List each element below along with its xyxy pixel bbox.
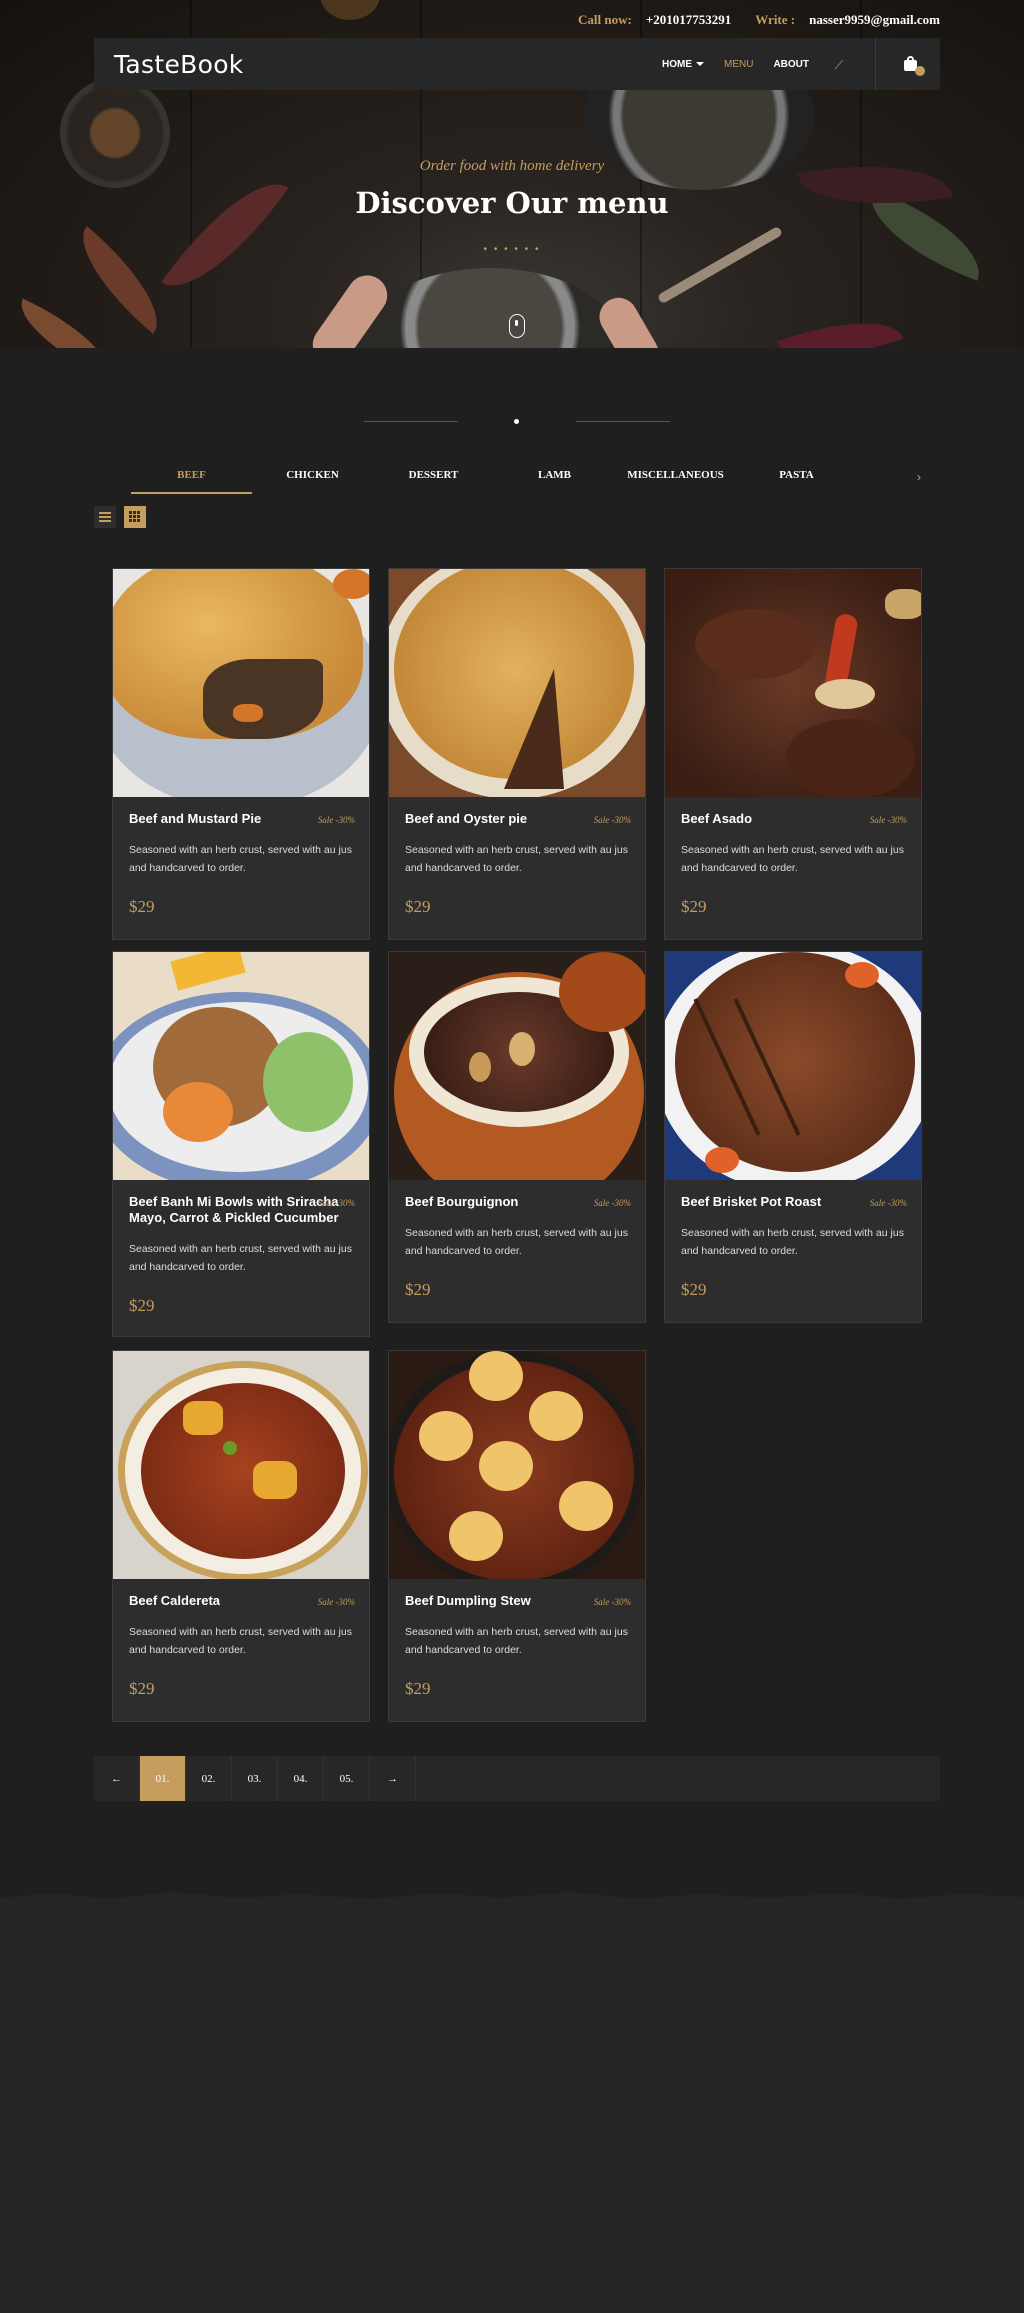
product-card[interactable]: Beef Banh Mi Bowls with Sriracha Mayo, C… (112, 951, 370, 1337)
sale-badge: Sale -30% (593, 1198, 631, 1208)
scroll-mouse-icon[interactable] (509, 314, 525, 338)
contact-bar: Call now: +201017753291 Write : nasser99… (578, 12, 940, 28)
arrow-left-icon[interactable]: ← (94, 1756, 140, 1801)
call-label: Call now: (578, 12, 632, 27)
arrow-right-icon[interactable]: → (370, 1756, 416, 1801)
product-price: $29 (405, 1280, 431, 1299)
product-name: Beef Asado (681, 811, 753, 826)
product-image[interactable] (665, 569, 921, 797)
sale-badge: Sale -30% (869, 815, 907, 825)
sale-badge: Sale -30% (317, 1597, 355, 1607)
footer (0, 1892, 1024, 2313)
nav-menu[interactable]: MENU (724, 59, 753, 70)
tab-chicken[interactable]: CHICKEN (252, 464, 373, 494)
page-1[interactable]: 01. (140, 1756, 186, 1801)
email-link[interactable]: nasser9959@gmail.com (809, 12, 940, 28)
nav-home-label: HOME (661, 58, 692, 70)
hero-title: Discover Our menu (355, 186, 669, 220)
tab-dessert[interactable]: DESSERT (373, 464, 494, 494)
sale-badge: Sale -30% (593, 1597, 631, 1607)
product-description: Seasoned with an herb crust, served with… (129, 1243, 352, 1273)
page-5[interactable]: 05. (324, 1756, 370, 1801)
slash-divider (834, 59, 844, 69)
product-image[interactable] (113, 952, 369, 1180)
product-card[interactable]: Beef Bourguignon Sale -30% Seasoned with… (388, 951, 646, 1323)
grid-view-icon[interactable] (124, 506, 146, 528)
product-name: Beef Dumpling Stew (405, 1593, 531, 1608)
product-card[interactable]: Beef Brisket Pot Roast Sale -30% Seasone… (664, 951, 922, 1323)
product-price: $29 (129, 897, 155, 916)
tab-lamb[interactable]: LAMB (494, 464, 615, 494)
write-label: Write : (755, 12, 796, 27)
tab-beef[interactable]: BEEF (131, 464, 252, 494)
tab-miscellaneous[interactable]: MISCELLANEOUS (615, 464, 736, 494)
pagination: ← 01. 02. 03. 04. 05. → (94, 1756, 940, 1801)
product-name: Beef Bourguignon (405, 1194, 519, 1209)
product-price: $29 (129, 1296, 155, 1315)
product-image[interactable] (113, 569, 369, 797)
tab-pasta[interactable]: PASTA (736, 464, 857, 494)
dots-ornament: • • • • • • (483, 244, 541, 255)
hero-banner: Call now: +201017753291 Write : nasser99… (0, 0, 1024, 372)
cart-count-badge (915, 66, 925, 76)
product-card[interactable]: Beef and Oyster pie Sale -30% Seasoned w… (388, 568, 646, 940)
sale-badge: Sale -30% (869, 1198, 907, 1208)
sale-badge: Sale -30% (593, 815, 631, 825)
page-3[interactable]: 03. (232, 1756, 278, 1801)
product-name: Beef and Mustard Pie (129, 811, 262, 826)
product-name: Beef Caldereta (129, 1593, 221, 1608)
product-price: $29 (405, 1679, 431, 1698)
product-price: $29 (405, 897, 431, 916)
nav-links: HOME MENU ABOUT (662, 38, 925, 90)
product-card[interactable]: Beef Asado Sale -30% Seasoned with an he… (664, 568, 922, 940)
list-view-icon[interactable] (94, 506, 116, 528)
product-name: Beef Brisket Pot Roast (681, 1194, 822, 1209)
product-image[interactable] (389, 569, 645, 797)
page-2[interactable]: 02. (186, 1756, 232, 1801)
product-card[interactable]: Beef Caldereta Sale -30% Seasoned with a… (112, 1350, 370, 1722)
phone-link[interactable]: +201017753291 (646, 12, 731, 28)
hero-subtitle: Order food with home delivery (419, 158, 605, 174)
shopping-bag-icon[interactable] (902, 55, 925, 76)
product-price: $29 (681, 1280, 707, 1299)
product-image[interactable] (389, 952, 645, 1180)
leaf-image (161, 159, 289, 311)
product-description: Seasoned with an herb crust, served with… (129, 844, 352, 874)
product-description: Seasoned with an herb crust, served with… (405, 1227, 628, 1257)
product-description: Seasoned with an herb crust, served with… (129, 1626, 352, 1656)
nav-separator (875, 38, 876, 90)
caret-down-icon (695, 61, 704, 66)
view-toggle (94, 506, 146, 528)
product-name: Beef and Oyster pie (405, 811, 528, 826)
sale-badge: Sale -30% (317, 815, 355, 825)
footer-torn-edge (0, 1892, 1024, 1904)
product-card[interactable]: Beef Dumpling Stew Sale -30% Seasoned wi… (388, 1350, 646, 1722)
site-logo[interactable]: TasteBook (114, 50, 244, 79)
product-description: Seasoned with an herb crust, served with… (681, 1227, 904, 1257)
page-4[interactable]: 04. (278, 1756, 324, 1801)
product-image[interactable] (389, 1351, 645, 1579)
section-divider (0, 419, 1024, 424)
torn-edge (0, 348, 1024, 372)
nav-home[interactable]: HOME (662, 59, 704, 70)
sale-badge: Sale -30% (317, 1198, 355, 1208)
product-card[interactable]: Beef and Mustard Pie Sale -30% Seasoned … (112, 568, 370, 940)
product-description: Seasoned with an herb crust, served with… (405, 1626, 628, 1656)
product-price: $29 (681, 897, 707, 916)
product-image[interactable] (665, 952, 921, 1180)
chevron-right-icon[interactable]: › (917, 470, 921, 484)
nav-about[interactable]: ABOUT (773, 59, 809, 70)
product-image[interactable] (113, 1351, 369, 1579)
product-description: Seasoned with an herb crust, served with… (681, 844, 904, 874)
main-navbar: TasteBook HOME MENU ABOUT (94, 38, 940, 90)
product-description: Seasoned with an herb crust, served with… (405, 844, 628, 874)
product-name: Beef Banh Mi Bowls with Sriracha Mayo, C… (129, 1194, 339, 1225)
category-tabs: BEEF CHICKEN DESSERT LAMB MISCELLANEOUS … (131, 464, 931, 494)
product-price: $29 (129, 1679, 155, 1698)
